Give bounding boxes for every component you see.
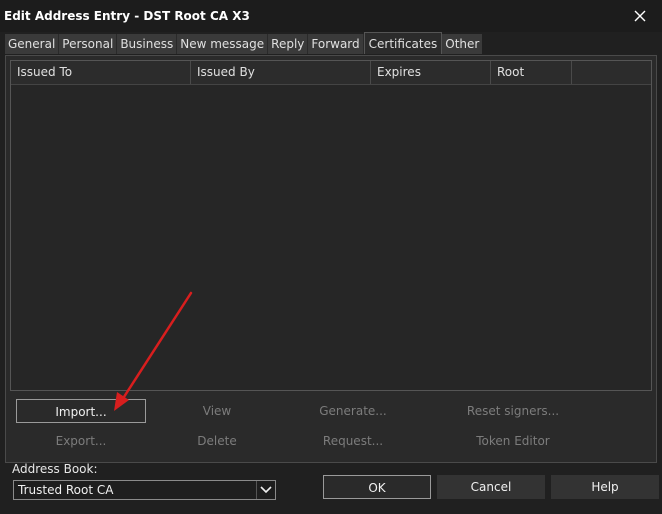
address-book-select[interactable]: Trusted Root CA — [13, 480, 276, 500]
tab-business[interactable]: Business — [117, 34, 178, 54]
column-issued-by[interactable]: Issued By — [191, 61, 371, 84]
import-button[interactable]: Import... — [16, 399, 146, 423]
tab-reply[interactable]: Reply — [268, 34, 309, 54]
generate-button-label: Generate... — [319, 404, 387, 418]
tab-new-message[interactable]: New message — [177, 34, 269, 54]
help-button-label: Help — [591, 480, 619, 494]
window-title: Edit Address Entry - DST Root CA X3 — [4, 9, 250, 23]
export-button-label: Export... — [55, 434, 107, 448]
request-button[interactable]: Request... — [288, 429, 418, 453]
close-button[interactable] — [618, 0, 662, 32]
tab-general[interactable]: General — [5, 34, 60, 54]
address-book-label: Address Book: — [12, 462, 98, 476]
column-root[interactable]: Root — [491, 61, 572, 84]
reset-signers-button-label: Reset signers... — [466, 404, 560, 418]
view-button[interactable]: View — [152, 399, 282, 423]
tab-certificates[interactable]: Certificates — [363, 32, 443, 54]
token-editor-button[interactable]: Token Editor — [424, 429, 602, 453]
request-button-label: Request... — [322, 434, 384, 448]
delete-button-label: Delete — [197, 434, 237, 448]
tab-strip: General Personal Business New message Re… — [5, 32, 483, 55]
ok-button[interactable]: OK — [323, 475, 431, 499]
title-bar: Edit Address Entry - DST Root CA X3 — [0, 0, 662, 32]
list-header: Issued To Issued By Expires Root — [11, 61, 651, 85]
import-button-label: Import... — [55, 405, 107, 419]
close-icon — [634, 10, 646, 22]
export-button[interactable]: Export... — [16, 429, 146, 453]
chevron-down-icon[interactable] — [256, 481, 275, 499]
token-editor-button-label: Token Editor — [476, 434, 550, 448]
certificates-list[interactable]: Issued To Issued By Expires Root — [10, 60, 652, 391]
column-issued-to[interactable]: Issued To — [11, 61, 191, 84]
address-book-value: Trusted Root CA — [18, 483, 114, 497]
certificates-panel: Issued To Issued By Expires Root Import.… — [5, 55, 657, 463]
reset-signers-button[interactable]: Reset signers... — [424, 399, 602, 423]
view-button-label: View — [202, 404, 232, 418]
generate-button[interactable]: Generate... — [288, 399, 418, 423]
cancel-button-label: Cancel — [470, 480, 512, 494]
help-button[interactable]: Help — [551, 475, 659, 499]
delete-button[interactable]: Delete — [152, 429, 282, 453]
tab-forward[interactable]: Forward — [308, 34, 364, 54]
column-expires[interactable]: Expires — [371, 61, 491, 84]
cancel-button[interactable]: Cancel — [437, 475, 545, 499]
tab-other[interactable]: Other — [442, 34, 483, 54]
ok-button-label: OK — [368, 481, 386, 495]
tab-personal[interactable]: Personal — [59, 34, 118, 54]
